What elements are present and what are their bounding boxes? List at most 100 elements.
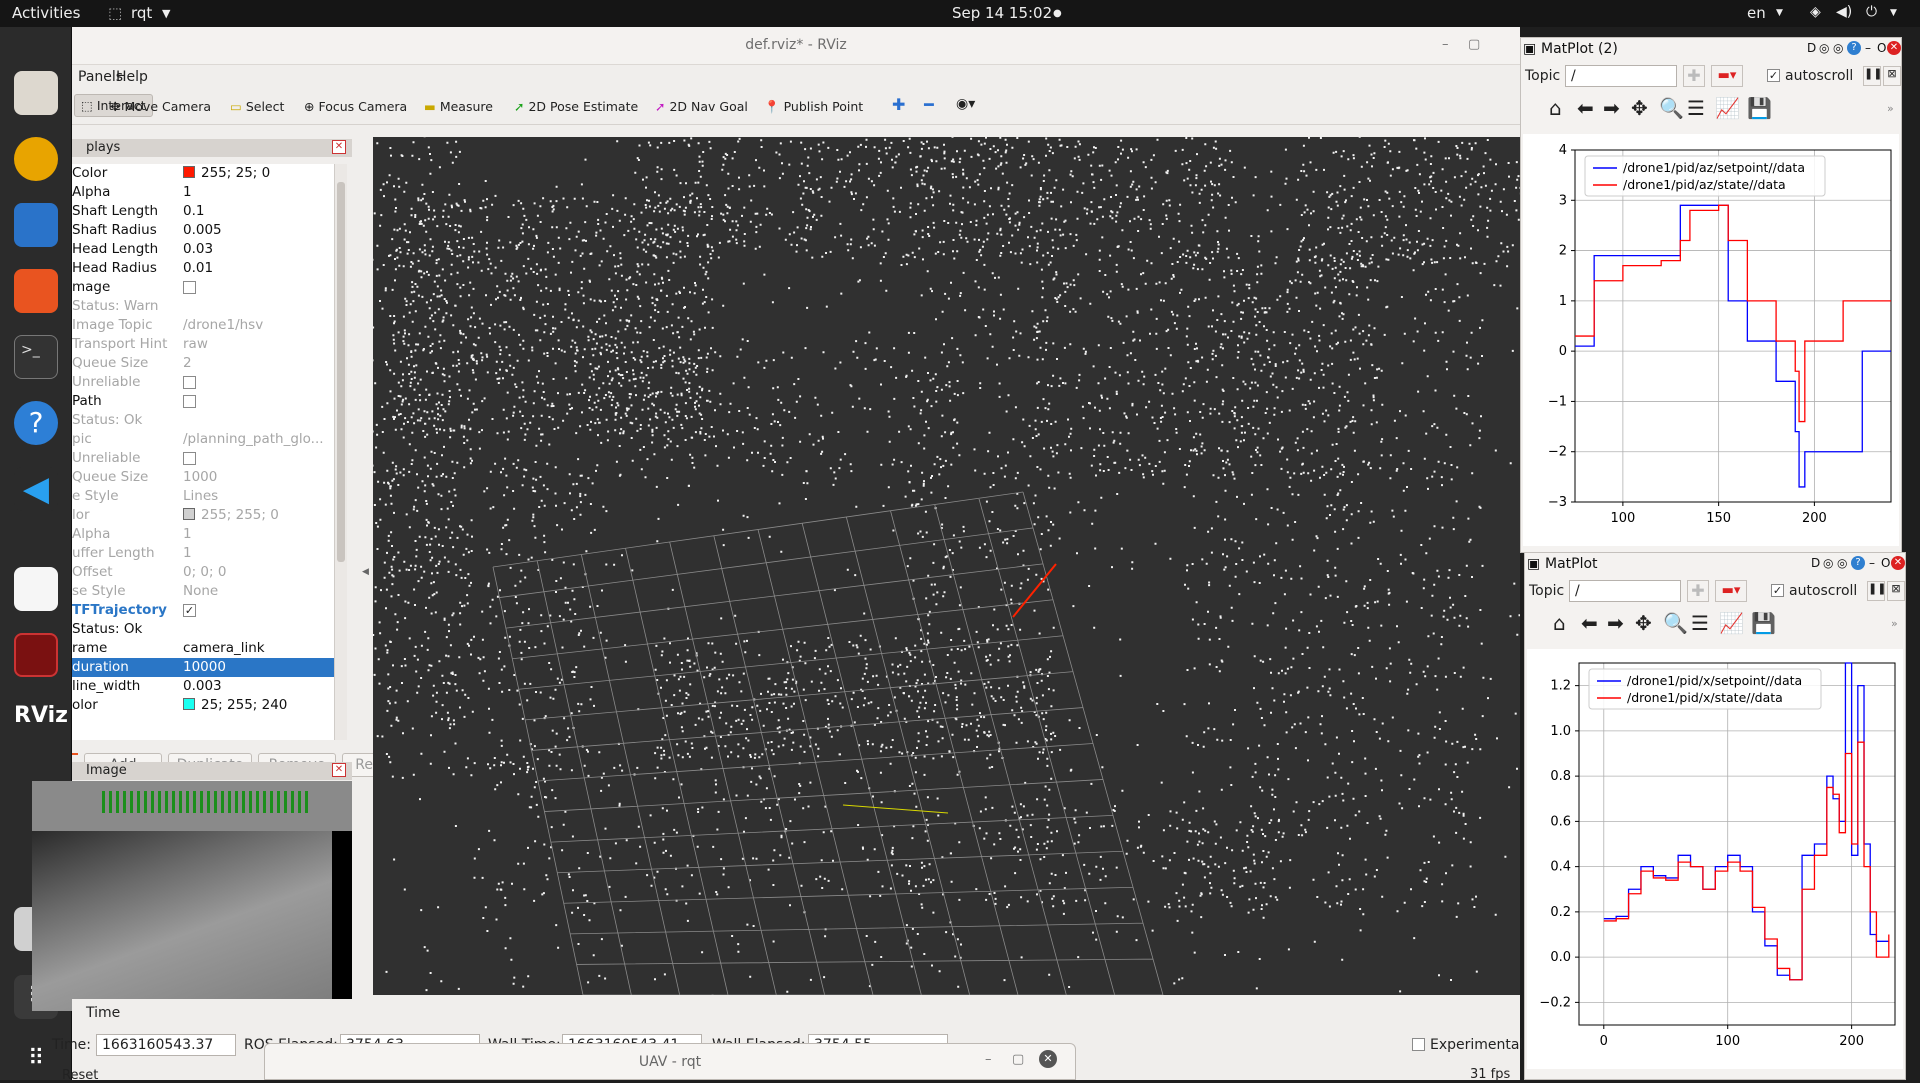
property-value[interactable]: 255; 255; 0 [183, 507, 279, 523]
property-value[interactable]: 0.003 [183, 678, 222, 694]
property-value[interactable]: 1 [183, 545, 192, 561]
help-icon[interactable]: ? [1851, 556, 1865, 570]
clear-button[interactable]: ⊠ [1887, 581, 1905, 601]
property-row[interactable]: duration 10000 [72, 658, 347, 677]
close-panel-icon[interactable]: ✕ [332, 140, 346, 154]
menu-help[interactable]: Help [116, 69, 148, 85]
property-row[interactable]: Unreliable [72, 373, 347, 392]
float-icon[interactable]: O [1877, 41, 1886, 55]
forward-icon[interactable]: ➡ [1603, 96, 1620, 120]
tool-measure[interactable]: ▬ Measure [424, 99, 493, 114]
checkbox[interactable] [183, 451, 196, 465]
property-row[interactable]: Alpha 1 [72, 525, 347, 544]
close-icon[interactable]: ✕ [1039, 1050, 1057, 1068]
reload-icon[interactable]: ◎ [1823, 556, 1833, 570]
edit-axes-icon[interactable]: 📈 [1719, 611, 1744, 635]
back-icon[interactable]: ⬅ [1577, 96, 1594, 120]
rqt-window-titlebar[interactable]: UAV - rqt – ▢ ✕ [264, 1043, 1076, 1080]
property-row[interactable]: Image Topic/drone1/hsv [72, 316, 347, 335]
tool-move-camera[interactable]: ✥ Move Camera [110, 99, 211, 114]
volume-icon[interactable]: ◀) [1836, 4, 1852, 20]
save-icon[interactable]: 💾 [1747, 96, 1772, 120]
property-value[interactable] [183, 450, 196, 466]
property-row[interactable]: Shaft Length 0.1 [72, 202, 347, 221]
autoscroll-checkbox[interactable]: ✓ [1767, 68, 1780, 83]
property-row[interactable]: mage [72, 278, 347, 297]
property-row[interactable]: Transport Hint raw [72, 335, 347, 354]
property-row[interactable]: Alpha 1 [72, 183, 347, 202]
property-row[interactable]: TFTrajectory ✓ [72, 601, 347, 620]
property-row[interactable]: rame camera_link [72, 639, 347, 658]
property-value[interactable]: raw [183, 336, 208, 352]
forward-icon[interactable]: ➡ [1607, 611, 1624, 635]
app-menu[interactable]: rqt [131, 4, 152, 22]
property-value[interactable]: /planning_path_glo... [183, 431, 324, 447]
tool-publish-point[interactable]: 📍 Publish Point [764, 99, 863, 115]
settings-icon[interactable]: ◎ [1833, 41, 1843, 55]
add-tool-icon[interactable]: ✚ [892, 95, 905, 114]
pause-button[interactable]: ❚❚ [1863, 66, 1882, 86]
zoom-icon[interactable]: 🔍 [1663, 611, 1688, 635]
overflow-icon[interactable]: » [1891, 617, 1898, 630]
property-value[interactable]: /drone1/hsv [183, 317, 263, 333]
home-icon[interactable]: ⌂ [1549, 96, 1562, 120]
experimental-checkbox[interactable] [1412, 1037, 1425, 1052]
property-value[interactable]: 0.1 [183, 203, 204, 219]
minimize-icon[interactable]: – [1869, 556, 1875, 570]
close-icon[interactable]: ✕ [1891, 556, 1905, 570]
power-icon[interactable]: ⏻ [1866, 4, 1877, 20]
overflow-icon[interactable]: » [1887, 102, 1894, 115]
property-value[interactable] [183, 374, 196, 390]
property-value[interactable]: 2 [183, 355, 192, 371]
maximize-icon[interactable]: ▢ [1012, 1052, 1024, 1067]
property-row[interactable]: Head Length 0.03 [72, 240, 347, 259]
pan-icon[interactable]: ✥ [1631, 96, 1648, 120]
property-row[interactable]: Status: Ok [72, 411, 347, 430]
d-button[interactable]: D [1811, 556, 1820, 570]
scrollbar-thumb[interactable] [337, 182, 345, 562]
network-icon[interactable]: ◈ [1810, 4, 1821, 20]
property-row[interactable]: Unreliable [72, 449, 347, 468]
maximize-icon[interactable]: ▢ [1468, 37, 1480, 52]
pan-icon[interactable]: ✥ [1635, 611, 1652, 635]
text-editor-icon[interactable] [14, 567, 58, 611]
add-topic-button[interactable]: ✚ [1687, 580, 1709, 602]
property-row[interactable]: Head Radius 0.01 [72, 259, 347, 278]
add-topic-button[interactable]: ✚ [1683, 65, 1705, 87]
pause-button[interactable]: ❚❚ [1867, 581, 1886, 601]
tool-focus-camera[interactable]: ⊕ Focus Camera [304, 99, 407, 114]
d-button[interactable]: D [1807, 41, 1816, 55]
property-row[interactable]: Status: Warn [72, 297, 347, 316]
property-value[interactable]: Lines [183, 488, 218, 504]
back-icon[interactable]: ⬅ [1581, 611, 1598, 635]
configure-subplots-icon[interactable]: ☰ [1691, 611, 1709, 635]
property-row[interactable]: se Style None [72, 582, 347, 601]
close-icon[interactable]: ✕ [1887, 41, 1901, 55]
property-value[interactable] [183, 279, 196, 295]
tool-select[interactable]: ▭ Select [230, 99, 284, 114]
property-value[interactable]: 0.03 [183, 241, 213, 257]
close-panel-icon[interactable]: ✕ [332, 763, 346, 777]
plot-canvas[interactable]: 4 3 2 1 0 −1 −2 −3 100 150 200/drone1/pid/az/setpo… [1523, 134, 1899, 546]
property-value[interactable]: 1 [183, 526, 192, 542]
remove-topic-button[interactable]: ▬▾ [1715, 580, 1747, 602]
autoscroll-checkbox[interactable]: ✓ [1771, 583, 1784, 598]
minimize-icon[interactable]: – [1442, 37, 1449, 52]
software-center-icon[interactable] [14, 269, 58, 313]
checkbox[interactable]: ✓ [183, 603, 196, 617]
checkbox[interactable] [183, 375, 196, 389]
rviz-icon[interactable]: RViz [14, 703, 68, 747]
topic-input[interactable]: / [1569, 580, 1681, 602]
property-row[interactable]: olor 25; 255; 240 [72, 696, 347, 715]
settings-icon[interactable]: ◎ [1837, 556, 1847, 570]
edit-axes-icon[interactable]: 📈 [1715, 96, 1740, 120]
writer-icon[interactable] [14, 203, 58, 247]
checkbox[interactable] [183, 280, 196, 294]
property-row[interactable]: pic/planning_path_glo... [72, 430, 347, 449]
reload-icon[interactable]: ◎ [1819, 41, 1829, 55]
files-icon[interactable] [14, 71, 58, 115]
property-value[interactable]: 0.01 [183, 260, 213, 276]
vscode-icon[interactable]: ◀ [14, 467, 58, 511]
configure-subplots-icon[interactable]: ☰ [1687, 96, 1705, 120]
display-properties-tree[interactable]: Color 255; 25; 0 Alpha 1 Shaft Length 0.1 Shaf… [72, 164, 347, 740]
